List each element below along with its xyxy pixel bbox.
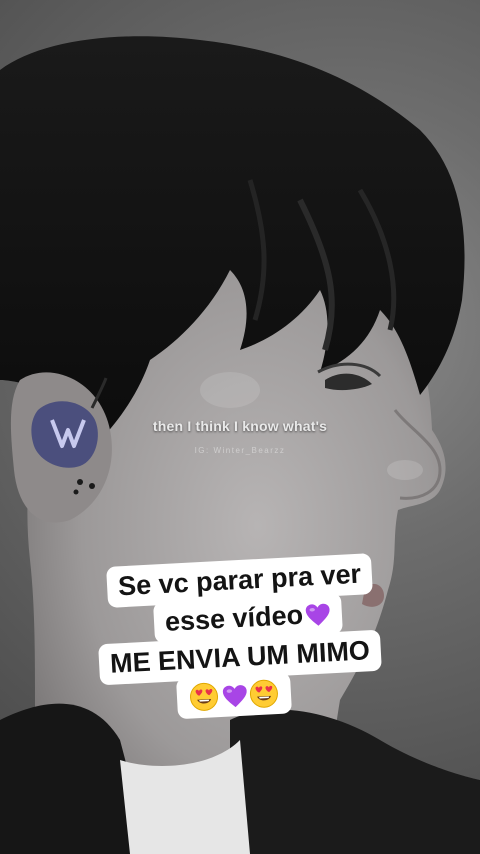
purple-heart-icon bbox=[222, 685, 247, 708]
caption-line-4 bbox=[176, 672, 293, 720]
purple-heart-icon bbox=[305, 604, 330, 627]
caption-line-3-text: ME ENVIA UM MIMO bbox=[109, 634, 371, 679]
video-frame[interactable]: then I think I know what's IG: Winter_Be… bbox=[0, 0, 480, 854]
watermark-text: IG: Winter_Bearzz bbox=[194, 446, 286, 455]
smiling-face-heart-eyes-icon bbox=[190, 683, 219, 712]
jacket-shape-right bbox=[230, 709, 480, 854]
caption-sticker: Se vc parar pra ver esse vídeo ME ENVIA … bbox=[0, 553, 480, 720]
smiling-face-heart-eyes-icon bbox=[249, 679, 278, 708]
caption-line-2-text: esse vídeo bbox=[164, 600, 304, 638]
video-subtitle: then I think I know what's bbox=[152, 418, 328, 434]
